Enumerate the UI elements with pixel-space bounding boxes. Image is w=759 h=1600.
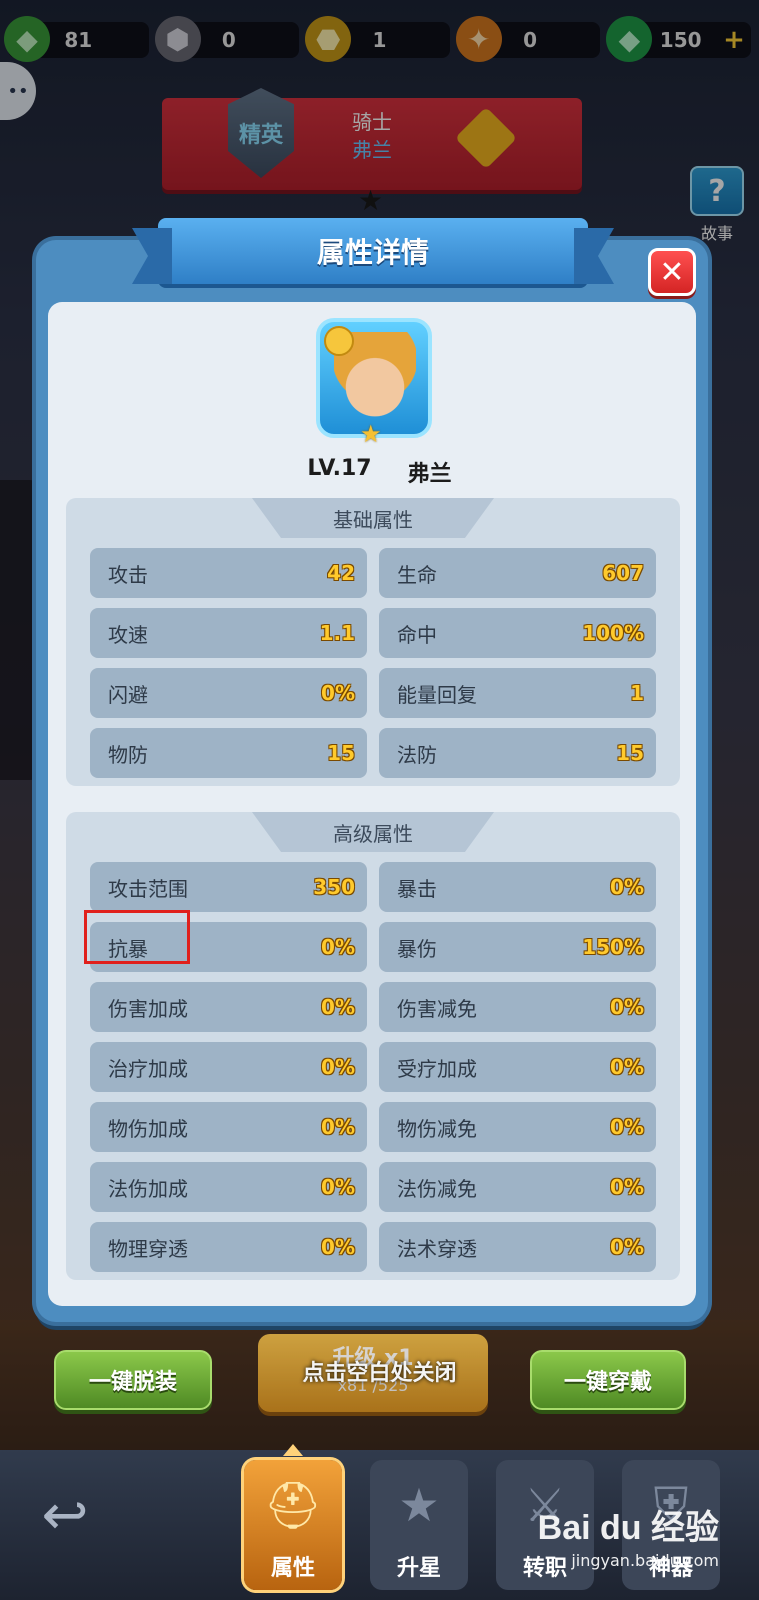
hero-info: LV.17 弗兰 [0,456,759,488]
attribute-label: 命中 [397,622,437,647]
close-icon: ✕ [659,254,685,290]
attribute-cell: 闪避 0% [90,668,367,718]
attribute-value: 0% [321,1175,355,1199]
attribute-cell: 命中 100% [379,608,656,658]
attribute-label: 受疗加成 [397,1056,477,1081]
attribute-cell: 能量回复 1 [379,668,656,718]
coin-badge-icon [324,326,354,356]
hero-name-label: 弗兰 [407,462,452,487]
attribute-label: 伤害减免 [397,996,477,1021]
attribute-label: 伤害加成 [108,996,188,1021]
advanced-attributes-section: 高级属性 攻击范围 350 暴击 0% 抗暴 0% 暴伤 150% 伤害加成 0% 伤害减免 0% 治疗… [66,812,680,1280]
attribute-label: 生命 [397,562,437,587]
attribute-cell: 暴击 0% [379,862,656,912]
attribute-label: 法防 [397,742,437,767]
attribute-label: 治疗加成 [108,1056,188,1081]
attribute-value: 0% [321,995,355,1019]
attribute-cell: 生命 607 [379,548,656,598]
star-icon: ★ [398,1478,440,1532]
attribute-label: 暴击 [397,876,437,901]
close-hint: 点击空白处关闭 [302,1361,457,1386]
attribute-value: 0% [321,1055,355,1079]
attribute-cell: 物伤减免 0% [379,1102,656,1152]
attribute-value: 0% [610,1055,644,1079]
attribute-value: 150% [582,935,644,959]
tab-attributes[interactable]: ⛑ 属性 [244,1460,342,1590]
attribute-value: 0% [321,935,355,959]
attribute-label: 物防 [108,742,148,767]
basic-attributes-grid: 攻击 42 生命 607 攻速 1.1 命中 100% 闪避 0% 能量回复 1 物防 15 法防 15 [90,548,656,778]
attribute-label: 法术穿透 [397,1236,477,1261]
attribute-value: 350 [313,875,355,899]
attribute-value: 0% [321,681,355,705]
annotation-highlight-box [84,910,190,964]
attribute-label: 物伤加成 [108,1116,188,1141]
attribute-label: 暴伤 [397,936,437,961]
attribute-label: 物伤减免 [397,1116,477,1141]
attribute-value: 15 [616,741,644,765]
attribute-label: 攻击 [108,562,148,587]
attribute-value: 0% [610,995,644,1019]
back-arrow-icon: ↩ [41,1482,89,1548]
attribute-value: 0% [321,1235,355,1259]
tab-star-up[interactable]: ★ 升星 [370,1460,468,1590]
active-tab-pointer [283,1444,303,1456]
attribute-label: 法伤加成 [108,1176,188,1201]
attribute-cell: 物理穿透 0% [90,1222,367,1272]
attribute-cell: 攻速 1.1 [90,608,367,658]
modal-title: 属性详情 [316,236,429,269]
tab-label: 属性 [270,1556,315,1581]
attribute-label: 攻击范围 [108,876,188,901]
attribute-value: 0% [610,1235,644,1259]
section-title: 高级属性 [252,812,494,852]
attribute-cell: 法术穿透 0% [379,1222,656,1272]
knight-helmet-icon: ⛑ [263,1477,323,1532]
attribute-value: 100% [582,621,644,645]
attribute-label: 物理穿透 [108,1236,188,1261]
attribute-value: 0% [610,1115,644,1139]
attribute-cell: 攻击 42 [90,548,367,598]
attribute-cell: 治疗加成 0% [90,1042,367,1092]
attribute-cell: 物伤加成 0% [90,1102,367,1152]
attribute-value: 42 [327,561,355,585]
attribute-cell: 伤害减免 0% [379,982,656,1032]
tab-label: 升星 [396,1556,441,1581]
attribute-cell: 物防 15 [90,728,367,778]
attribute-cell: 攻击范围 350 [90,862,367,912]
watermark: Bai du 经验 jingyan.baidu.com [538,1500,719,1570]
attribute-value: 0% [321,1115,355,1139]
attribute-value: 15 [327,741,355,765]
attribute-value: 607 [602,561,644,585]
modal-title-ribbon: 属性详情 [158,218,588,284]
attribute-cell: 伤害加成 0% [90,982,367,1032]
attribute-cell: 法伤加成 0% [90,1162,367,1212]
watermark-url: jingyan.baidu.com [571,1551,719,1570]
attribute-cell: 法防 15 [379,728,656,778]
section-title: 基础属性 [252,498,494,538]
attribute-value: 1.1 [319,621,355,645]
watermark-logo: Bai du 经验 [537,1509,719,1547]
attribute-value: 1 [630,681,644,705]
portrait-star-icon: ★ [360,420,382,448]
back-button[interactable]: ↩ [30,1480,100,1550]
attribute-label: 法伤减免 [397,1176,477,1201]
attribute-label: 攻速 [108,622,148,647]
attribute-cell: 受疗加成 0% [379,1042,656,1092]
basic-attributes-section: 基础属性 攻击 42 生命 607 攻速 1.1 命中 100% 闪避 0% 能量回复 1 物防 15 法防… [66,498,680,786]
attribute-label: 能量回复 [397,682,477,707]
attribute-value: 0% [610,875,644,899]
close-button[interactable]: ✕ [648,248,696,296]
hero-level: LV.17 [307,456,372,481]
attribute-cell: 暴伤 150% [379,922,656,972]
attribute-value: 0% [610,1175,644,1199]
attribute-label: 闪避 [108,682,148,707]
attribute-cell: 法伤减免 0% [379,1162,656,1212]
